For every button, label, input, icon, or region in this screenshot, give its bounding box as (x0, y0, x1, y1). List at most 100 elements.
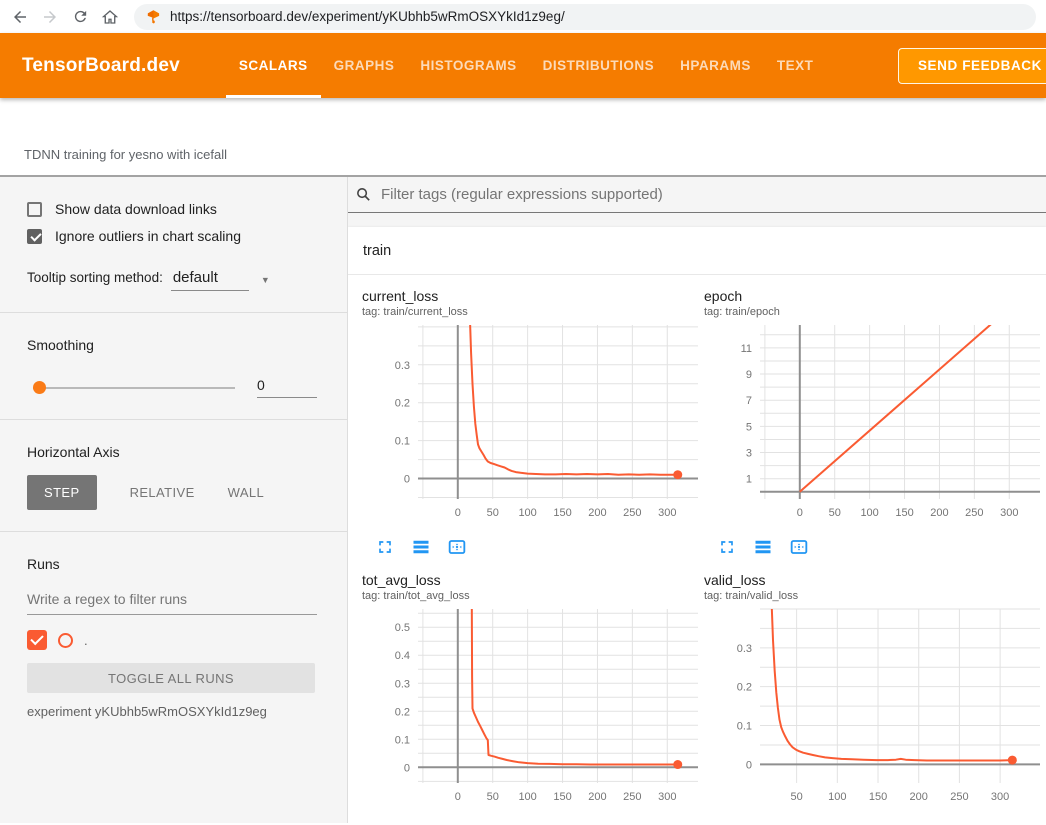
url-text: https://tensorboard.dev/experiment/yKUbh… (170, 9, 565, 24)
tab-text[interactable]: TEXT (764, 33, 827, 98)
smoothing-value-input[interactable]: 0 (257, 377, 317, 398)
charts-grid: current_losstag: train/current_loss05010… (348, 275, 1046, 823)
svg-text:0.3: 0.3 (395, 678, 410, 690)
search-icon (355, 186, 372, 203)
ignore-outliers-checkbox[interactable] (27, 229, 42, 244)
chart-title: valid_loss (704, 572, 1044, 588)
axis-relative-button[interactable]: RELATIVE (130, 485, 195, 500)
fullscreen-icon[interactable] (716, 820, 738, 823)
svg-text:0.2: 0.2 (395, 398, 410, 410)
chart-actions (716, 820, 1044, 823)
axis-wall-button[interactable]: WALL (228, 485, 265, 500)
chart-plot-current_loss[interactable]: 05010015020025030000.10.20.3 (362, 323, 702, 531)
svg-text:200: 200 (588, 791, 606, 803)
axis-step-button[interactable]: STEP (27, 475, 97, 510)
back-icon[interactable] (6, 3, 34, 31)
svg-text:5: 5 (746, 421, 752, 433)
chart-plot-valid_loss[interactable]: 5010015020025030000.10.20.3 (704, 607, 1044, 815)
smoothing-slider[interactable] (33, 387, 235, 389)
ignore-outliers-label: Ignore outliers in chart scaling (55, 228, 241, 244)
url-bar[interactable]: https://tensorboard.dev/experiment/yKUbh… (134, 4, 1036, 30)
tab-scalars[interactable]: SCALARS (226, 33, 321, 98)
run-checkbox[interactable] (27, 630, 47, 650)
svg-text:0: 0 (797, 507, 803, 519)
svg-text:0.4: 0.4 (395, 650, 410, 662)
experiment-subtitle-bar: TDNN training for yesno with icefall (0, 98, 1046, 177)
svg-text:0: 0 (404, 762, 410, 774)
svg-text:50: 50 (829, 507, 841, 519)
svg-text:0: 0 (455, 507, 461, 519)
svg-text:0: 0 (455, 791, 461, 803)
fit-domain-icon[interactable] (446, 820, 468, 823)
run-selector-icon[interactable] (752, 820, 774, 823)
show-download-links-row[interactable]: Show data download links (27, 201, 317, 217)
svg-text:150: 150 (553, 791, 571, 803)
reload-icon[interactable] (66, 3, 94, 31)
svg-text:0.2: 0.2 (395, 706, 410, 718)
svg-text:50: 50 (487, 791, 499, 803)
svg-text:0: 0 (746, 759, 752, 771)
chart-plot-epoch[interactable]: 0501001502002503001357911 (704, 323, 1044, 531)
smoothing-label: Smoothing (27, 337, 317, 353)
svg-text:50: 50 (791, 791, 803, 803)
run-color-swatch[interactable] (58, 633, 73, 648)
svg-text:100: 100 (828, 791, 846, 803)
svg-text:0.1: 0.1 (737, 721, 752, 733)
tab-hparams[interactable]: HPARAMS (667, 33, 764, 98)
smoothing-section: Smoothing 0 (0, 313, 347, 420)
tab-histograms[interactable]: HISTOGRAMS (407, 33, 529, 98)
smoothing-slider-handle[interactable] (33, 381, 46, 394)
tab-graphs[interactable]: GRAPHS (321, 33, 408, 98)
chart-actions (374, 820, 702, 823)
forward-icon[interactable] (36, 3, 64, 31)
svg-text:0: 0 (404, 474, 410, 486)
toggle-all-runs-button[interactable]: TOGGLE ALL RUNS (27, 663, 315, 693)
chart-card-tot_avg_loss: tot_avg_losstag: train/tot_avg_loss05010… (362, 572, 702, 823)
fit-domain-icon[interactable] (788, 536, 810, 558)
svg-text:250: 250 (965, 507, 983, 519)
chart-title: epoch (704, 288, 1044, 304)
runs-filter-input[interactable]: Write a regex to filter runs (27, 591, 317, 615)
browser-toolbar: https://tensorboard.dev/experiment/yKUbh… (0, 0, 1046, 33)
svg-text:100: 100 (518, 507, 536, 519)
svg-text:1: 1 (746, 474, 752, 486)
chart-tag: tag: train/current_loss (362, 306, 702, 318)
svg-text:150: 150 (869, 791, 887, 803)
show-download-links-checkbox[interactable] (27, 202, 42, 217)
send-feedback-button[interactable]: SEND FEEDBACK (898, 48, 1046, 84)
tensorboard-favicon (146, 9, 161, 24)
filter-tags-input[interactable]: Filter tags (regular expressions support… (381, 186, 663, 203)
tag-group-card: train current_losstag: train/current_los… (348, 227, 1046, 823)
experiment-description: TDNN training for yesno with icefall (24, 147, 227, 162)
svg-text:100: 100 (518, 791, 536, 803)
svg-text:150: 150 (553, 507, 571, 519)
fullscreen-icon[interactable] (374, 536, 396, 558)
tooltip-sorting-row: Tooltip sorting method: default ▼ (27, 269, 317, 291)
fullscreen-icon[interactable] (374, 820, 396, 823)
svg-text:300: 300 (658, 791, 676, 803)
fullscreen-icon[interactable] (716, 536, 738, 558)
run-selector-icon[interactable] (410, 820, 432, 823)
tag-group-header[interactable]: train (348, 227, 1046, 275)
runs-section: Runs Write a regex to filter runs . TOGG… (0, 532, 347, 740)
chart-plot-tot_avg_loss[interactable]: 05010015020025030000.10.20.30.40.5 (362, 607, 702, 815)
chevron-down-icon: ▼ (261, 275, 270, 285)
fit-domain-icon[interactable] (446, 536, 468, 558)
chart-tag: tag: train/epoch (704, 306, 1044, 318)
svg-text:300: 300 (991, 791, 1009, 803)
svg-text:0.1: 0.1 (395, 734, 410, 746)
ignore-outliers-row[interactable]: Ignore outliers in chart scaling (27, 228, 317, 244)
run-selector-icon[interactable] (752, 536, 774, 558)
fit-domain-icon[interactable] (788, 820, 810, 823)
tooltip-sorting-select[interactable]: default (171, 269, 249, 291)
home-icon[interactable] (96, 3, 124, 31)
dashboard-main: Filter tags (regular expressions support… (348, 177, 1046, 823)
svg-text:9: 9 (746, 369, 752, 381)
run-selector-icon[interactable] (410, 536, 432, 558)
tab-distributions[interactable]: DISTRIBUTIONS (530, 33, 668, 98)
chart-tag: tag: train/valid_loss (704, 590, 1044, 602)
show-download-links-label: Show data download links (55, 201, 217, 217)
svg-text:0.2: 0.2 (737, 682, 752, 694)
svg-text:300: 300 (1000, 507, 1018, 519)
settings-sidebar: Show data download links Ignore outliers… (0, 177, 348, 823)
